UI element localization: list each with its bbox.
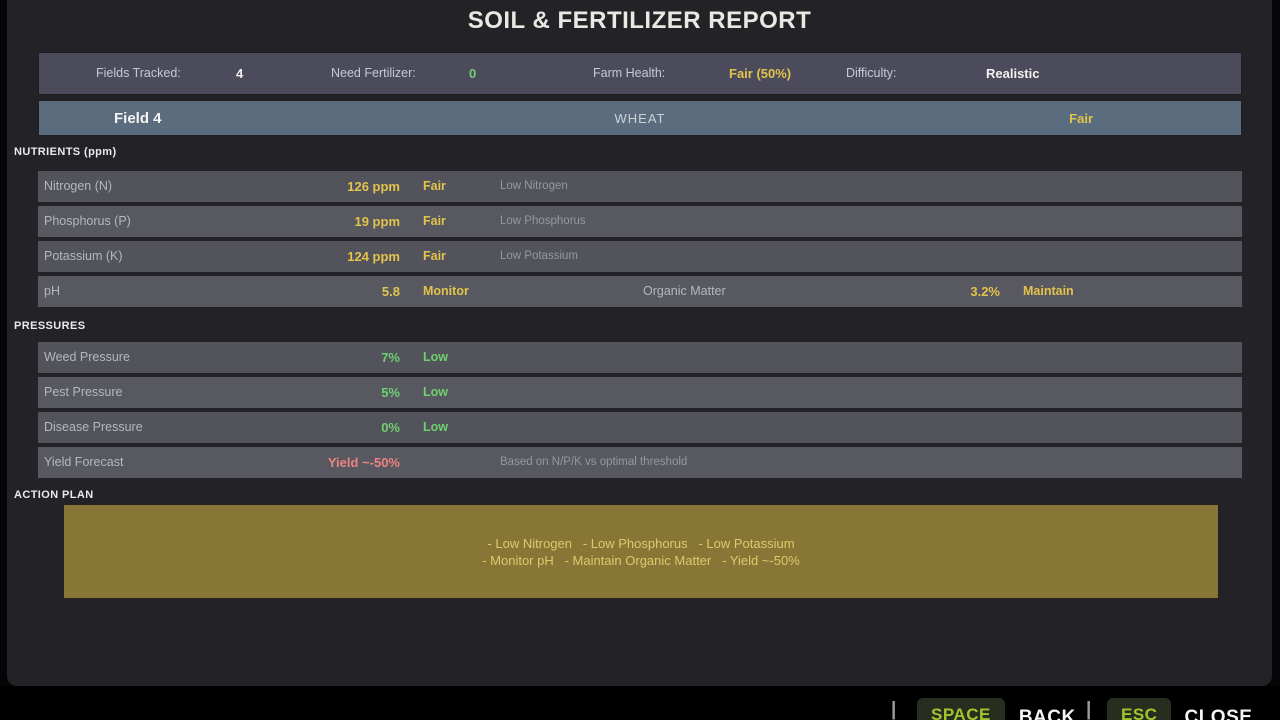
- pressure-row-pest: Pest Pressure 5% Low: [38, 377, 1242, 408]
- row-note: Low Nitrogen: [500, 171, 568, 202]
- report-panel: SOIL & FERTILIZER REPORT Fields Tracked:…: [7, 0, 1272, 686]
- row-status: Fair: [423, 206, 446, 237]
- row-note: Low Potassium: [500, 241, 578, 272]
- row-label: Potassium (K): [44, 241, 123, 272]
- stat-need-fertilizer-label: Need Fertilizer:: [331, 53, 416, 94]
- field-status: Fair: [1069, 101, 1093, 137]
- row-status: Low: [423, 342, 448, 373]
- row-note: Based on N/P/K vs optimal threshold: [500, 447, 687, 478]
- row-status: Fair: [423, 241, 446, 272]
- back-label: BACK: [1019, 698, 1076, 720]
- pressures-section-label: PRESSURES: [14, 320, 85, 332]
- row-value: Yield ~-50%: [278, 447, 400, 478]
- nutrient-row-potassium: Potassium (K) 124 ppm Fair Low Potassium: [38, 241, 1242, 272]
- row-label: Disease Pressure: [44, 412, 143, 443]
- field-crop: WHEAT: [39, 101, 1241, 137]
- space-key-chip[interactable]: SPACE: [917, 698, 1005, 720]
- row-label: pH: [44, 276, 60, 307]
- stats-bar: Fields Tracked: 4 Need Fertilizer: 0 Far…: [38, 52, 1242, 95]
- row-label: Weed Pressure: [44, 342, 130, 373]
- row-status: Fair: [423, 171, 446, 202]
- action-plan-section-label: ACTION PLAN: [14, 489, 94, 501]
- organic-matter-status: Maintain: [1023, 276, 1074, 307]
- nutrient-row-phosphorus: Phosphorus (P) 19 ppm Fair Low Phosphoru…: [38, 206, 1242, 237]
- soil-fertilizer-report-screen: SOIL & FERTILIZER REPORT Fields Tracked:…: [0, 0, 1280, 720]
- row-label: Nitrogen (N): [44, 171, 112, 202]
- nutrient-row-ph: pH 5.8 Monitor Organic Matter 3.2% Maint…: [38, 276, 1242, 307]
- stat-difficulty-label: Difficulty:: [846, 53, 896, 94]
- row-status: Low: [423, 412, 448, 443]
- row-value: 5%: [278, 377, 400, 408]
- esc-key-chip[interactable]: ESC: [1107, 698, 1171, 720]
- row-label: Phosphorus (P): [44, 206, 131, 237]
- yield-forecast-row: Yield Forecast Yield ~-50% Based on N/P/…: [38, 447, 1242, 478]
- footer-bar: | SPACE BACK | ESC CLOSE: [0, 686, 1280, 720]
- action-plan-line-2: - Monitor pH - Maintain Organic Matter -…: [482, 552, 800, 569]
- row-value: 126 ppm: [278, 171, 400, 202]
- row-value: 7%: [278, 342, 400, 373]
- separator: |: [1086, 699, 1091, 720]
- row-value: 124 ppm: [278, 241, 400, 272]
- back-button[interactable]: SPACE BACK: [917, 698, 1076, 720]
- organic-matter-label: Organic Matter: [643, 276, 726, 307]
- row-label: Pest Pressure: [44, 377, 123, 408]
- row-note: Low Phosphorus: [500, 206, 586, 237]
- close-button[interactable]: ESC CLOSE: [1107, 698, 1252, 720]
- stat-farm-health-value: Fair (50%): [729, 53, 791, 94]
- row-status: Low: [423, 377, 448, 408]
- action-plan-box: - Low Nitrogen - Low Phosphorus - Low Po…: [64, 505, 1218, 598]
- pressure-row-disease: Disease Pressure 0% Low: [38, 412, 1242, 443]
- row-value: 0%: [278, 412, 400, 443]
- nutrients-section-label: NUTRIENTS (ppm): [14, 146, 117, 158]
- row-value: 5.8: [278, 276, 400, 307]
- field-header-row: Field 4 WHEAT Fair: [38, 100, 1242, 136]
- close-label: CLOSE: [1184, 698, 1252, 720]
- stat-need-fertilizer-value: 0: [469, 53, 476, 94]
- stat-fields-tracked-value: 4: [236, 53, 243, 94]
- action-plan-line-1: - Low Nitrogen - Low Phosphorus - Low Po…: [487, 535, 794, 552]
- stat-difficulty-value: Realistic: [986, 53, 1039, 94]
- stat-farm-health-label: Farm Health:: [593, 53, 665, 94]
- nutrient-row-nitrogen: Nitrogen (N) 126 ppm Fair Low Nitrogen: [38, 171, 1242, 202]
- separator: |: [891, 699, 896, 720]
- organic-matter-value: 3.2%: [838, 276, 1000, 307]
- stat-fields-tracked-label: Fields Tracked:: [96, 53, 181, 94]
- row-label: Yield Forecast: [44, 447, 123, 478]
- page-title: SOIL & FERTILIZER REPORT: [7, 7, 1272, 35]
- row-value: 19 ppm: [278, 206, 400, 237]
- row-status: Monitor: [423, 276, 469, 307]
- pressure-row-weed: Weed Pressure 7% Low: [38, 342, 1242, 373]
